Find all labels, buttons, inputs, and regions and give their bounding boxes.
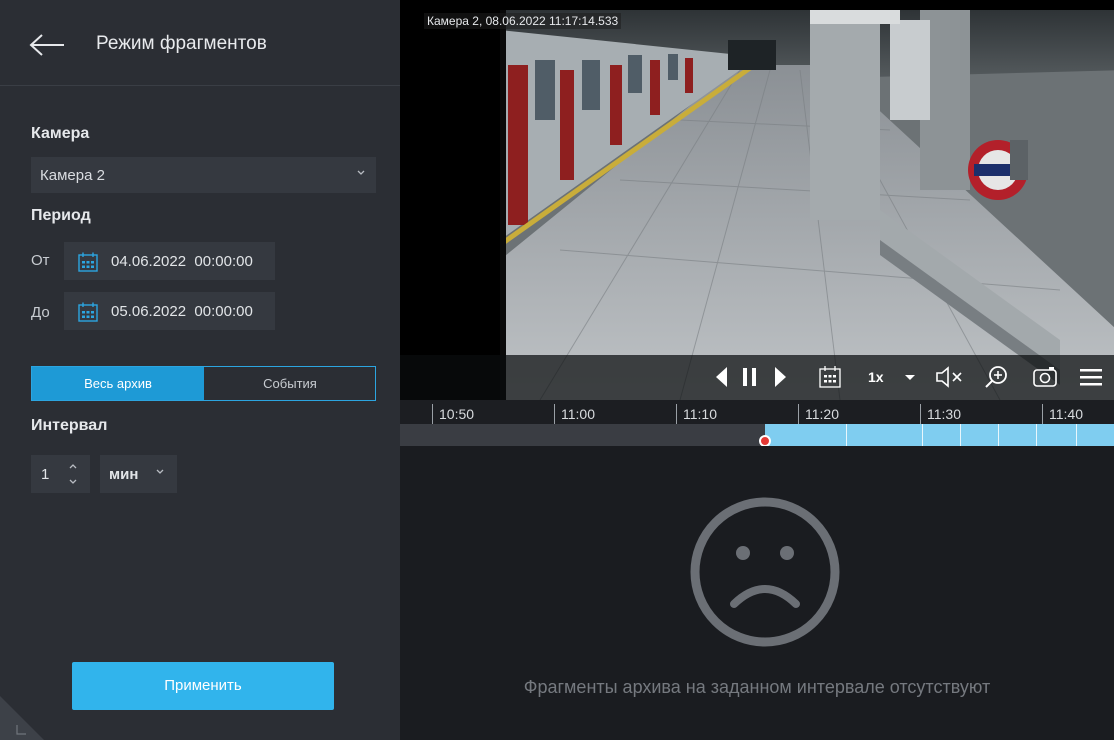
interval-stepper[interactable]: 1 (31, 455, 90, 493)
timeline-tick: 10:50 (432, 404, 474, 424)
camera-label: Камера (31, 125, 90, 142)
chevron-down-icon (156, 469, 164, 474)
timeline-tick: 11:30 (920, 404, 961, 424)
fragment-divider (922, 424, 923, 446)
calendar-icon (78, 302, 98, 322)
apply-button[interactable]: Применить (72, 662, 334, 710)
timeline-tick: 11:00 (554, 404, 595, 424)
sidebar-header: Режим фрагментов (0, 0, 400, 86)
playback-speed[interactable]: 1x (868, 369, 884, 385)
tab-events[interactable]: События (204, 367, 376, 400)
timeline-track[interactable] (400, 424, 1114, 446)
zoom-in-icon[interactable] (983, 363, 1011, 391)
timeline-tick: 11:40 (1042, 404, 1083, 424)
interval-unit-value: мин (109, 466, 139, 483)
video-player[interactable]: Камера 2, 08.06.2022 11:17:14.533 1x (400, 0, 1114, 400)
resize-grip-icon[interactable] (0, 696, 44, 740)
calendar-icon[interactable] (818, 363, 842, 391)
camera-select-value: Камера 2 (40, 167, 105, 184)
timeline-tick: 11:10 (676, 404, 717, 424)
snapshot-icon[interactable] (1032, 363, 1058, 391)
chevron-down-icon[interactable] (66, 476, 80, 488)
to-date-value: 05.06.2022 00:00:00 (111, 303, 253, 320)
fragment-divider (960, 424, 961, 446)
back-button[interactable] (28, 30, 68, 60)
tab-all-archive[interactable]: Весь архив (32, 367, 204, 400)
menu-icon[interactable] (1078, 363, 1104, 391)
camera-feed-image (500, 10, 1114, 400)
video-overlay-title: Камера 2, 08.06.2022 11:17:14.533 (424, 13, 622, 29)
from-label: От (31, 252, 50, 269)
timeline[interactable]: 10:50 11:00 11:10 11:20 11:30 11:40 (400, 400, 1114, 471)
fragment-divider (1036, 424, 1037, 446)
mute-icon[interactable] (934, 363, 966, 391)
period-label: Период (31, 207, 91, 224)
from-date-value: 04.06.2022 00:00:00 (111, 253, 253, 270)
fragments-panel: Фрагменты архива на заданном интервале о… (400, 446, 1114, 740)
fragment-divider (1076, 424, 1077, 446)
step-forward-icon[interactable] (773, 363, 789, 391)
fragment-divider (846, 424, 847, 446)
arrow-left-icon (29, 34, 64, 56)
interval-value: 1 (41, 466, 50, 483)
to-label: До (31, 304, 50, 321)
timeline-tick: 11:20 (798, 404, 839, 424)
from-date-field[interactable]: 04.06.2022 00:00:00 (64, 242, 275, 280)
camera-select[interactable]: Камера 2 (31, 157, 376, 193)
sidebar: Режим фрагментов Камера Камера 2 Период … (0, 0, 400, 740)
pause-icon[interactable] (739, 363, 761, 391)
calendar-icon (78, 252, 98, 272)
step-back-icon[interactable] (713, 363, 729, 391)
chevron-down-icon[interactable] (903, 363, 917, 391)
chevron-down-icon (357, 170, 365, 175)
sad-face-icon (690, 497, 840, 647)
fragment-divider (998, 424, 999, 446)
page-title: Режим фрагментов (96, 33, 267, 54)
chevron-up-icon[interactable] (66, 460, 80, 472)
interval-unit-select[interactable]: мин (100, 455, 177, 493)
archive-range-bar (765, 424, 1114, 446)
player-controls: 1x (400, 355, 1114, 400)
to-date-field[interactable]: 05.06.2022 00:00:00 (64, 292, 275, 330)
interval-label: Интервал (31, 417, 108, 434)
empty-message: Фрагменты архива на заданном интервале о… (523, 677, 991, 697)
mode-toggle: Весь архив События (31, 366, 376, 401)
